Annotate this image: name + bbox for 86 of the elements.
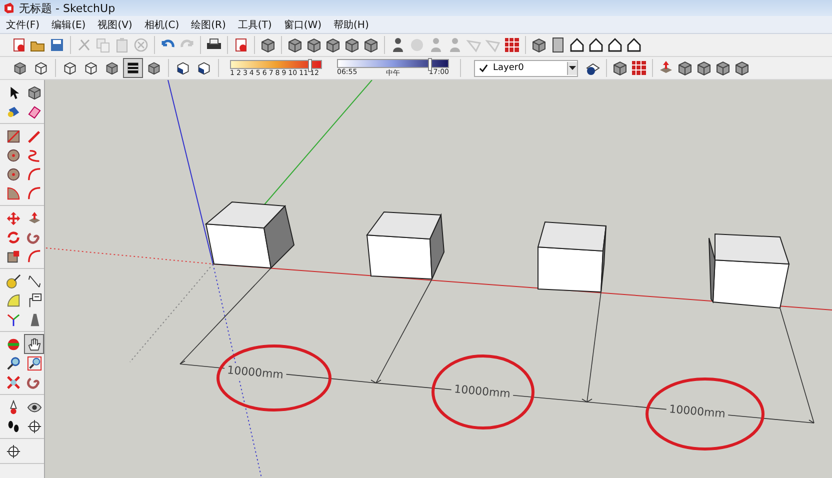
label-icon xyxy=(26,292,42,308)
box xyxy=(537,221,607,293)
menu-item[interactable]: 编辑(E) xyxy=(46,18,92,32)
slider-thumb[interactable] xyxy=(308,58,312,72)
layer-dropdown[interactable]: Layer0 xyxy=(474,60,578,76)
wireframe-cube-icon xyxy=(84,61,98,75)
axes-icon xyxy=(6,312,20,326)
crosshair-icon xyxy=(26,418,42,434)
cube-icon[interactable] xyxy=(287,37,303,53)
magnifier-icon xyxy=(6,356,20,370)
document-icon[interactable] xyxy=(11,37,27,53)
app-logo-icon xyxy=(3,2,15,14)
scale-icon xyxy=(6,248,20,264)
pencil-icon xyxy=(26,128,42,144)
tape-measure-icon xyxy=(6,274,20,288)
shaded-cube-icon xyxy=(176,61,190,75)
cube-icon[interactable] xyxy=(696,60,712,76)
menu-item[interactable]: 视图(V) xyxy=(92,18,138,32)
cube-icon[interactable] xyxy=(612,60,628,76)
grid-icon[interactable] xyxy=(631,60,647,76)
arc-icon xyxy=(26,166,42,182)
cube-icon xyxy=(26,84,42,100)
cube-icon[interactable] xyxy=(344,37,360,53)
house-icon[interactable] xyxy=(607,37,623,53)
zoom-extents-icon xyxy=(6,374,20,390)
cube-icon[interactable] xyxy=(715,60,731,76)
dimension-label: 10000mm xyxy=(226,364,284,382)
arc-icon xyxy=(26,186,42,200)
cube-icon[interactable] xyxy=(260,37,276,53)
cube-icon[interactable] xyxy=(734,60,750,76)
person-icon[interactable] xyxy=(390,37,406,53)
menu-item[interactable]: 绘图(R) xyxy=(185,18,232,32)
rectangle-icon xyxy=(6,128,20,144)
dimension-icon xyxy=(26,274,42,288)
push-pull-icon[interactable] xyxy=(658,60,674,76)
cube-icon[interactable] xyxy=(363,37,379,53)
save-icon[interactable] xyxy=(49,37,65,53)
menu-item[interactable]: 相机(C) xyxy=(138,18,186,32)
arc-icon xyxy=(26,248,42,264)
footprints-icon xyxy=(6,418,20,434)
striped-cube-icon xyxy=(126,61,140,75)
eraser-icon xyxy=(26,104,42,118)
slider-thumb[interactable] xyxy=(428,58,432,70)
pie-icon xyxy=(6,186,20,200)
model-viewport[interactable]: 10000mm 10000mm 10000mm xyxy=(45,80,832,478)
move-arrows-icon xyxy=(6,210,20,226)
squiggle-icon xyxy=(26,148,42,162)
style-button[interactable] xyxy=(124,59,142,77)
tool-button[interactable] xyxy=(25,417,43,435)
cube-icon xyxy=(105,61,119,75)
orbit-icon xyxy=(6,336,20,352)
circle-icon xyxy=(6,166,20,182)
protractor-icon xyxy=(6,292,20,308)
wireframe-cube-icon xyxy=(63,61,77,75)
cube-icon[interactable] xyxy=(306,37,322,53)
caret-icon[interactable] xyxy=(567,62,577,74)
house-icon[interactable] xyxy=(588,37,604,53)
document-icon[interactable] xyxy=(233,37,249,53)
menu-item[interactable]: 工具(T) xyxy=(232,18,278,32)
grid-icon[interactable] xyxy=(504,37,520,53)
rotate-icon xyxy=(6,230,20,244)
cube-icon[interactable] xyxy=(531,37,547,53)
door-icon[interactable] xyxy=(550,37,566,53)
cube-icon xyxy=(13,61,27,75)
menu-item[interactable]: 文件(F) xyxy=(0,18,46,32)
dimension-label: 10000mm xyxy=(668,402,726,420)
house-icon[interactable] xyxy=(569,37,585,53)
dimension-label: 10000mm xyxy=(454,382,511,400)
cube-icon xyxy=(147,61,161,75)
tool-button[interactable] xyxy=(25,354,43,372)
wireframe-cube-icon xyxy=(34,61,48,75)
cube-icon[interactable] xyxy=(325,37,341,53)
cube-icon[interactable] xyxy=(677,60,693,76)
zoom-window-icon xyxy=(26,356,42,370)
hand-icon xyxy=(26,336,42,352)
circle-icon xyxy=(6,148,20,162)
push-pull-icon xyxy=(26,210,42,226)
tool-button[interactable] xyxy=(4,272,22,290)
house-icon[interactable] xyxy=(626,37,642,53)
crosshair-icon xyxy=(6,444,20,458)
menu-item[interactable]: 窗口(W) xyxy=(278,18,328,32)
tool-button[interactable] xyxy=(25,335,43,353)
shaded-cube-icon xyxy=(197,61,211,75)
tool-button[interactable] xyxy=(4,442,22,460)
menu-item[interactable]: 帮助(H) xyxy=(328,18,375,32)
window-title: 无标题 - SketchUp xyxy=(19,0,116,16)
